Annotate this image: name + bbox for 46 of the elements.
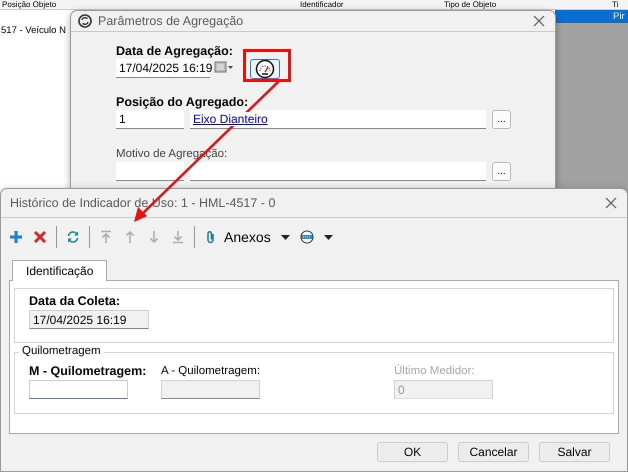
table-row[interactable]: Pir: [555, 10, 628, 23]
column-header: Ti: [612, 0, 618, 9]
code-field[interactable]: [116, 162, 184, 181]
window-title: Parâmetros de Agregação: [98, 14, 244, 28]
date-field[interactable]: 17/04/2025 16:19: [29, 310, 149, 329]
close-icon: [605, 197, 617, 209]
description-field[interactable]: Eixo Dianteiro: [190, 110, 486, 129]
caret-icon: [324, 234, 333, 240]
field-label: Último Medidor:: [394, 364, 476, 378]
field-label: Data de Agregação:: [116, 44, 234, 58]
input-field[interactable]: [161, 380, 260, 399]
close-icon: [533, 15, 545, 27]
lookup-button[interactable]: ...: [492, 162, 511, 181]
plus-icon: [9, 230, 23, 244]
link[interactable]: Eixo Dianteiro: [193, 112, 268, 126]
column-header: Tipo de Objeto: [444, 0, 496, 9]
gauge-icon: [255, 58, 275, 78]
table-cell: Pir: [613, 10, 625, 23]
field-label: Data da Coleta:: [29, 294, 121, 308]
gauge-button[interactable]: [250, 58, 280, 78]
dialog-button[interactable]: Cancelar: [458, 442, 529, 462]
dropdown-button[interactable]: Anexos: [200, 225, 294, 249]
column-header: Identificador: [300, 0, 344, 9]
caret-icon: [280, 234, 290, 240]
code-field[interactable]: 1: [116, 110, 184, 129]
arrow-down-icon: [147, 230, 161, 244]
delete-icon: [33, 230, 47, 244]
arrow-to-top-icon: [99, 230, 113, 244]
field-label: A - Quilometragem:: [161, 364, 262, 378]
table-cell: 517 - Veículo N: [1, 24, 66, 37]
dialog-button[interactable]: Salvar: [539, 442, 610, 462]
column-header: Posição Objeto: [2, 0, 56, 9]
lookup-button[interactable]: ...: [492, 110, 511, 129]
date-field[interactable]: 17/04/2025 16:19: [116, 59, 210, 78]
sync-icon: [78, 14, 92, 28]
highlight-frame: [243, 49, 291, 82]
field-label: M - Quilometragem:: [29, 364, 148, 378]
group-label: Quilometragem: [19, 345, 104, 357]
dialog-button[interactable]: OK: [377, 442, 448, 462]
field-label: Posição do Agregado:: [116, 95, 250, 109]
description-field[interactable]: [190, 162, 486, 181]
refresh-icon: [66, 230, 80, 244]
arrow-up-icon: [123, 230, 137, 244]
tab[interactable]: Identificação: [12, 260, 108, 281]
arrow-to-bottom-icon: [171, 230, 185, 244]
input-field[interactable]: [29, 380, 128, 399]
